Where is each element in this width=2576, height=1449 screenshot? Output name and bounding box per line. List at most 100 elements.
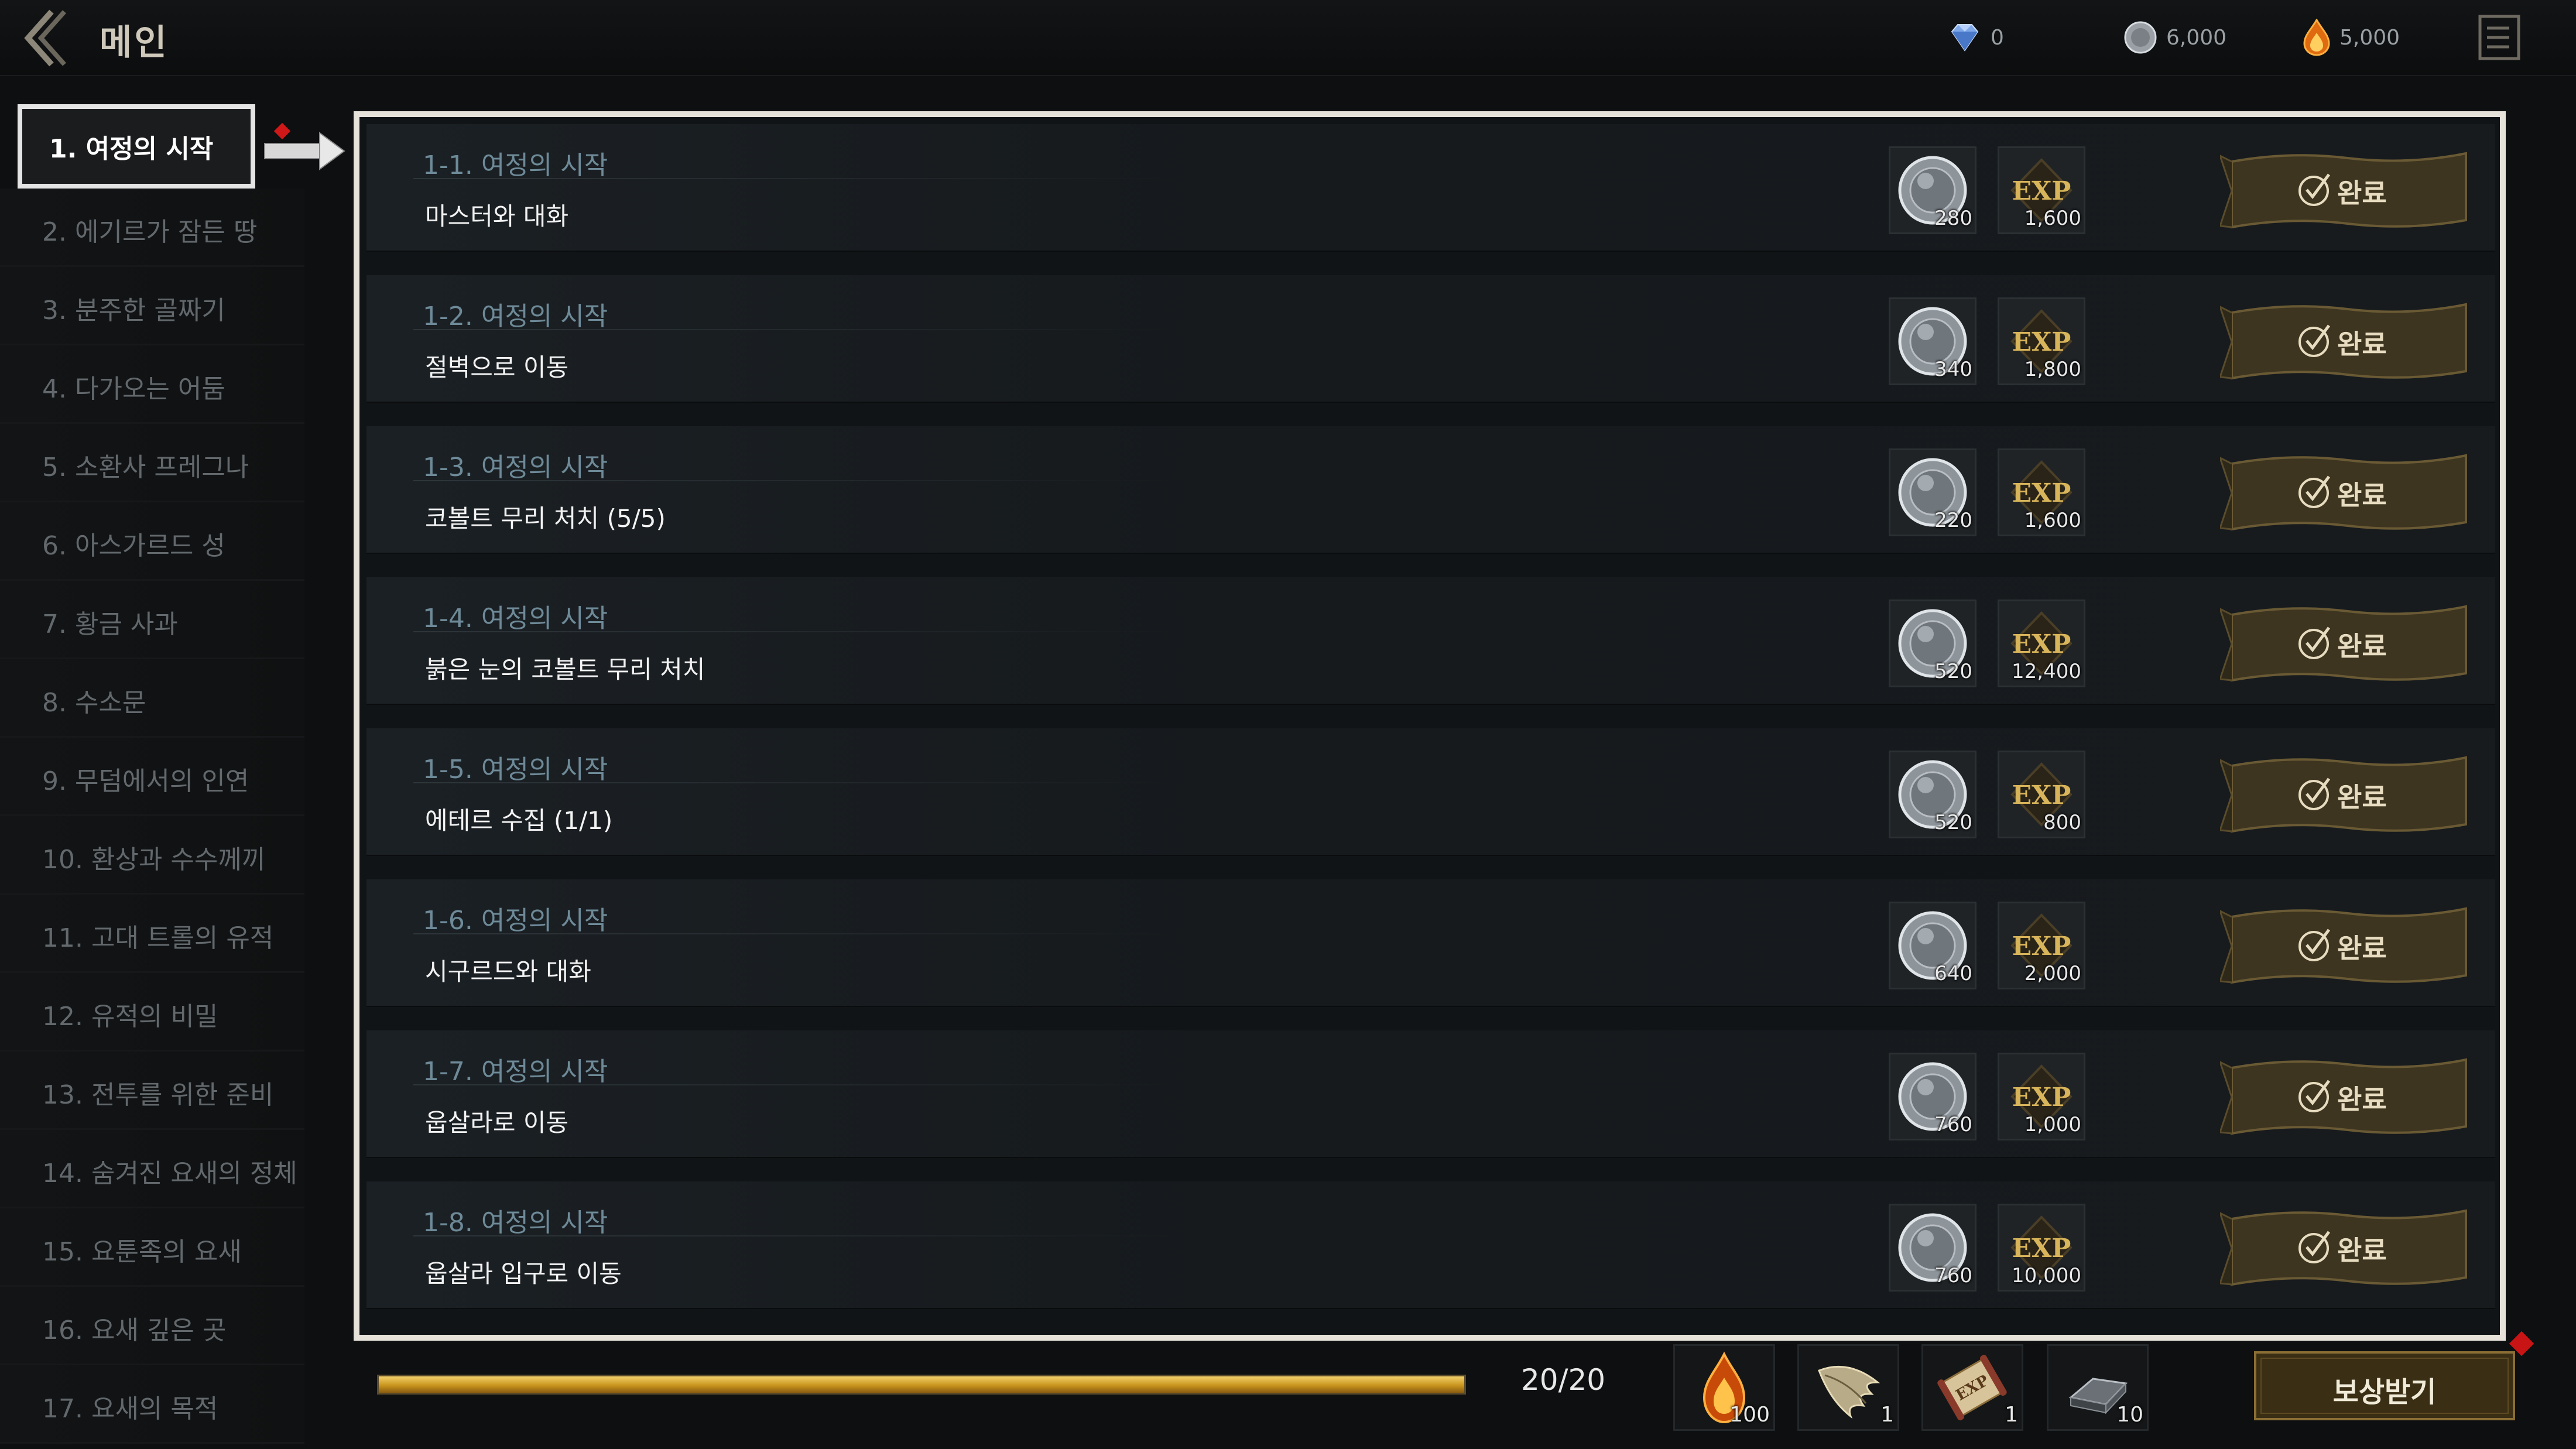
page-title: 메인 xyxy=(100,22,169,63)
quest-title: 1-4. 여정의 시작 xyxy=(423,604,608,633)
claim-reward-button[interactable]: 보상받기 xyxy=(2252,1347,2517,1425)
complete-button[interactable]: 완료 xyxy=(2218,591,2475,694)
exp-reward: EXP 1,600 xyxy=(1998,448,2085,536)
sidebar-item-chapter-11[interactable]: 11. 고대 트롤의 유적 xyxy=(0,895,304,973)
quest-row: 1-1. 여정의 시작 마스터와 대화 280 EXP 1,600 완료 xyxy=(366,124,2495,252)
sidebar-item-chapter-9[interactable]: 9. 무덤에서의 인연 xyxy=(0,738,304,816)
sidebar-item-chapter-4[interactable]: 4. 다가오는 어둠 xyxy=(0,345,304,424)
reward-amount: 1 xyxy=(2005,1403,2018,1427)
sidebar-item-chapter-13[interactable]: 13. 전투를 위한 준비 xyxy=(0,1051,304,1130)
sidebar-item-chapter-17[interactable]: 17. 요새의 목적 xyxy=(0,1365,304,1444)
chapter-progress-bar xyxy=(377,1375,1466,1395)
complete-button[interactable]: 완료 xyxy=(2218,440,2475,543)
complete-label: 완료 xyxy=(2337,177,2387,209)
quest-description: 에테르 수집 (1/1) xyxy=(425,806,613,835)
quest-title: 1-1. 여정의 시작 xyxy=(423,150,608,180)
quest-description: 절벽으로 이동 xyxy=(425,353,569,382)
complete-label: 완료 xyxy=(2337,1235,2387,1266)
svg-text:EXP: EXP xyxy=(2012,931,2071,961)
quest-title: 1-8. 여정의 시작 xyxy=(423,1208,608,1238)
chapter-reward-item[interactable]: 10 xyxy=(2047,1344,2149,1431)
quest-row: 1-3. 여정의 시작 코볼트 무리 처치 (5/5) 220 EXP 1,600… xyxy=(366,426,2495,554)
quest-title: 1-7. 여정의 시작 xyxy=(423,1057,608,1087)
sidebar-item-chapter-7[interactable]: 7. 황금 사과 xyxy=(0,581,304,659)
quest-title: 1-5. 여정의 시작 xyxy=(423,755,608,785)
menu-icon xyxy=(2478,15,2520,60)
menu-button[interactable] xyxy=(2474,11,2524,64)
quest-divider xyxy=(413,782,1174,783)
quest-row: 1-4. 여정의 시작 붉은 눈의 코볼트 무리 처치 520 EXP 12,40… xyxy=(366,577,2495,705)
complete-button[interactable]: 완료 xyxy=(2218,138,2475,241)
sidebar-item-chapter-6[interactable]: 6. 아스가르드 성 xyxy=(0,502,304,581)
arrow-right-icon xyxy=(264,132,345,170)
sidebar-item-label: 7. 황금 사과 xyxy=(42,609,178,639)
svg-text:EXP: EXP xyxy=(2012,478,2071,508)
quest-row: 1-5. 여정의 시작 에테르 수집 (1/1) 520 EXP 800 완료 xyxy=(366,728,2495,856)
sidebar-item-label: 17. 요새의 목적 xyxy=(42,1394,218,1424)
sidebar-item-chapter-12[interactable]: 12. 유적의 비밀 xyxy=(0,973,304,1051)
sidebar-item-chapter-15[interactable]: 15. 요툰족의 요새 xyxy=(0,1208,304,1287)
sidebar-item-label: 6. 아스가르드 성 xyxy=(42,531,225,561)
quest-row: 1-6. 여정의 시작 시구르드와 대화 640 EXP 2,000 완료 xyxy=(366,879,2495,1007)
sidebar-item-chapter-5[interactable]: 5. 소환사 프레그나 xyxy=(0,424,304,502)
chapter-sidebar: 1. 여정의 시작 2. 에기르가 잠든 땅 3. 분주한 골짜기 4. 다가오… xyxy=(0,104,310,1444)
quest-list: 1-1. 여정의 시작 마스터와 대화 280 EXP 1,600 완료 1-2.… xyxy=(366,124,2495,1332)
chapter-reward-item[interactable]: 100 xyxy=(1673,1344,1775,1431)
quest-divider xyxy=(413,178,1174,179)
quest-description: 붉은 눈의 코볼트 무리 처치 xyxy=(425,655,705,684)
quest-title: 1-3. 여정의 시작 xyxy=(423,453,608,482)
progress-fill xyxy=(379,1376,1464,1393)
sidebar-item-label: 15. 요툰족의 요새 xyxy=(42,1237,242,1267)
diamond-icon xyxy=(1951,24,1979,52)
check-circle-icon xyxy=(2298,1080,2331,1112)
sidebar-item-chapter-3[interactable]: 3. 분주한 골짜기 xyxy=(0,267,304,345)
complete-button[interactable]: 완료 xyxy=(2218,1195,2475,1299)
sidebar-item-label: 9. 무덤에서의 인연 xyxy=(42,766,249,796)
coin-reward: 760 xyxy=(1889,1053,1976,1140)
quest-row: 1-2. 여정의 시작 절벽으로 이동 340 EXP 1,800 완료 xyxy=(366,275,2495,403)
gem-count: 0 xyxy=(1991,25,2004,50)
complete-label: 완료 xyxy=(2337,328,2387,360)
sidebar-item-chapter-8[interactable]: 8. 수소문 xyxy=(0,659,304,738)
complete-button[interactable]: 완료 xyxy=(2218,289,2475,392)
chapter-reward-item[interactable]: EXP 1 xyxy=(1921,1344,2023,1431)
currency-silver: 6,000 xyxy=(2123,19,2226,56)
svg-text:EXP: EXP xyxy=(2012,629,2071,659)
complete-button[interactable]: 완료 xyxy=(2218,893,2475,996)
sidebar-item-label: 14. 숨겨진 요새의 정체 xyxy=(42,1159,297,1188)
sidebar-item-chapter-10[interactable]: 10. 환상과 수수께끼 xyxy=(0,816,304,895)
coin-amount: 640 xyxy=(1934,962,1972,985)
coin-reward: 280 xyxy=(1889,146,1976,234)
complete-button[interactable]: 완료 xyxy=(2218,742,2475,845)
quest-description: 마스터와 대화 xyxy=(425,202,569,231)
sidebar-item-label: 12. 유적의 비밀 xyxy=(42,1002,218,1032)
quest-description: 코볼트 무리 처치 (5/5) xyxy=(425,504,666,533)
svg-text:EXP: EXP xyxy=(2012,1234,2071,1263)
complete-label: 완료 xyxy=(2337,1084,2387,1115)
coin-amount: 520 xyxy=(1934,660,1972,683)
exp-amount: 1,000 xyxy=(2024,1113,2081,1136)
svg-text:EXP: EXP xyxy=(2012,327,2071,357)
back-button[interactable] xyxy=(16,6,81,70)
coin-reward: 760 xyxy=(1889,1204,1976,1292)
quest-divider xyxy=(413,329,1174,330)
currency-fire-gem: 5,000 xyxy=(2302,19,2400,56)
sidebar-item-chapter-16[interactable]: 16. 요새 깊은 곳 xyxy=(0,1287,304,1365)
quest-description: 웁살라 입구로 이동 xyxy=(425,1259,622,1288)
quest-row: 1-8. 여정의 시작 웁살라 입구로 이동 760 EXP 10,000 완료 xyxy=(366,1181,2495,1309)
sidebar-item-chapter-14[interactable]: 14. 숨겨진 요새의 정체 xyxy=(0,1130,304,1208)
svg-text:EXP: EXP xyxy=(2012,1083,2071,1112)
sidebar-item-chapter-2[interactable]: 2. 에기르가 잠든 땅 xyxy=(0,189,304,267)
quest-panel: 1-1. 여정의 시작 마스터와 대화 280 EXP 1,600 완료 1-2.… xyxy=(354,111,2506,1341)
claim-label: 보상받기 xyxy=(2332,1376,2437,1409)
progress-count: 20/20 xyxy=(1521,1363,1606,1397)
sidebar-item-chapter-1[interactable]: 1. 여정의 시작 xyxy=(18,104,255,189)
complete-button[interactable]: 완료 xyxy=(2218,1044,2475,1147)
exp-reward: EXP 800 xyxy=(1998,751,2085,838)
chapter-reward-item[interactable]: 1 xyxy=(1797,1344,1899,1431)
wing-icon xyxy=(1818,1365,1880,1419)
sidebar-item-label: 13. 전투를 위한 준비 xyxy=(42,1080,274,1110)
coin-amount: 220 xyxy=(1934,509,1972,532)
exp-reward: EXP 1,000 xyxy=(1998,1053,2085,1140)
exp-amount: 1,600 xyxy=(2024,207,2081,230)
